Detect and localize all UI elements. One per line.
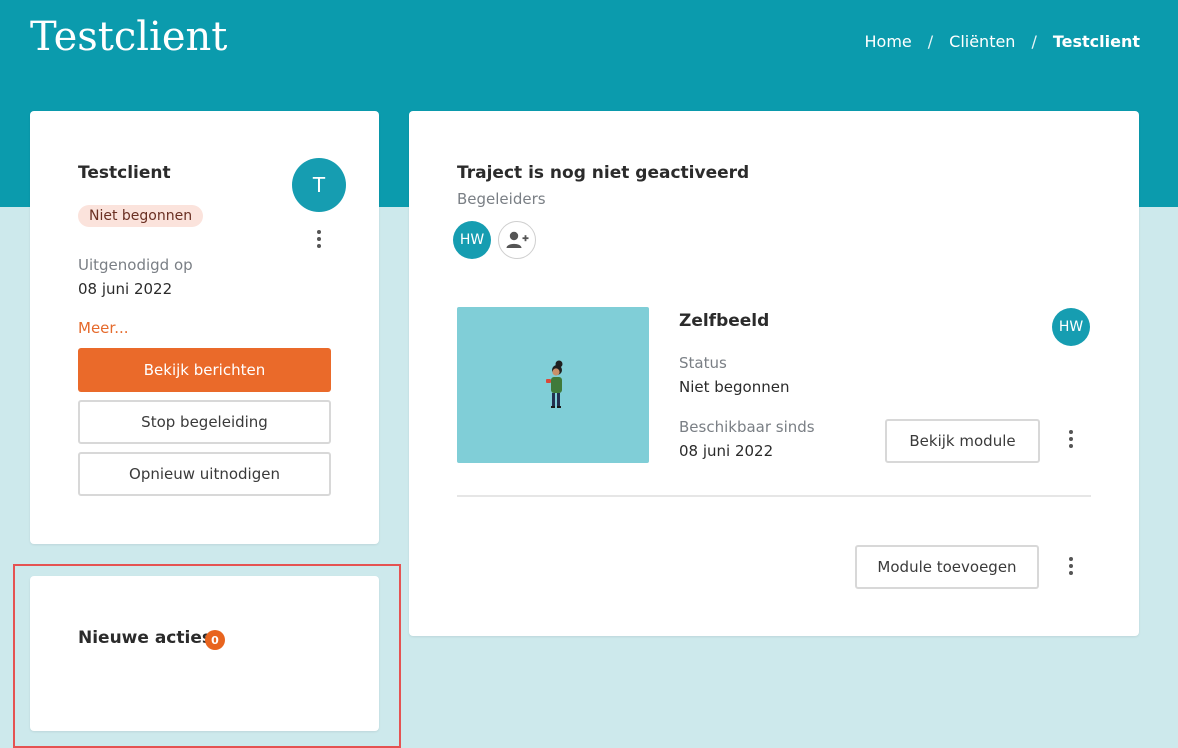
more-vertical-icon[interactable]: [309, 227, 329, 251]
breadcrumb-current: Testclient: [1052, 32, 1140, 51]
breadcrumb: Home / Cliënten / Testclient: [865, 32, 1141, 51]
more-link[interactable]: Meer...: [78, 319, 129, 337]
more-vertical-icon[interactable]: [1061, 427, 1081, 451]
client-card: Testclient Niet begonnen T Uitgenodigd o…: [30, 111, 379, 544]
module-available-label: Beschikbaar sinds: [679, 418, 815, 436]
view-messages-button[interactable]: Bekijk berichten: [78, 348, 331, 392]
breadcrumb-separator: /: [1031, 32, 1037, 51]
guide-avatar[interactable]: HW: [453, 221, 491, 259]
view-module-button[interactable]: Bekijk module: [885, 419, 1040, 463]
module-status-value: Niet begonnen: [679, 378, 790, 396]
client-name: Testclient: [78, 163, 171, 183]
stop-guidance-button[interactable]: Stop begeleiding: [78, 400, 331, 444]
highlight-frame: [13, 564, 401, 748]
invited-date: 08 juni 2022: [78, 280, 173, 298]
module-assignee-avatar[interactable]: HW: [1052, 308, 1090, 346]
breadcrumb-separator: /: [927, 32, 934, 51]
traject-title: Traject is nog niet geactiveerd: [457, 163, 750, 183]
invited-label: Uitgenodigd op: [78, 256, 193, 274]
module-illustration: [546, 360, 563, 408]
add-guide-button[interactable]: [498, 221, 536, 259]
module-title: Zelfbeeld: [679, 311, 770, 331]
module-status-label: Status: [679, 354, 727, 372]
guides-label: Begeleiders: [457, 190, 546, 208]
client-avatar: T: [292, 158, 346, 212]
page-title: Testclient: [30, 14, 228, 60]
module-thumbnail[interactable]: [457, 307, 649, 463]
module-available-value: 08 juni 2022: [679, 442, 774, 460]
divider: [457, 495, 1091, 497]
breadcrumb-home[interactable]: Home: [865, 32, 912, 51]
add-user-icon: [506, 231, 529, 248]
add-module-button[interactable]: Module toevoegen: [855, 545, 1039, 589]
more-vertical-icon[interactable]: [1061, 554, 1081, 578]
breadcrumb-clients[interactable]: Cliënten: [949, 32, 1015, 51]
reinvite-button[interactable]: Opnieuw uitnodigen: [78, 452, 331, 496]
traject-card: Traject is nog niet geactiveerd Begeleid…: [409, 111, 1139, 636]
status-badge: Niet begonnen: [78, 205, 204, 227]
